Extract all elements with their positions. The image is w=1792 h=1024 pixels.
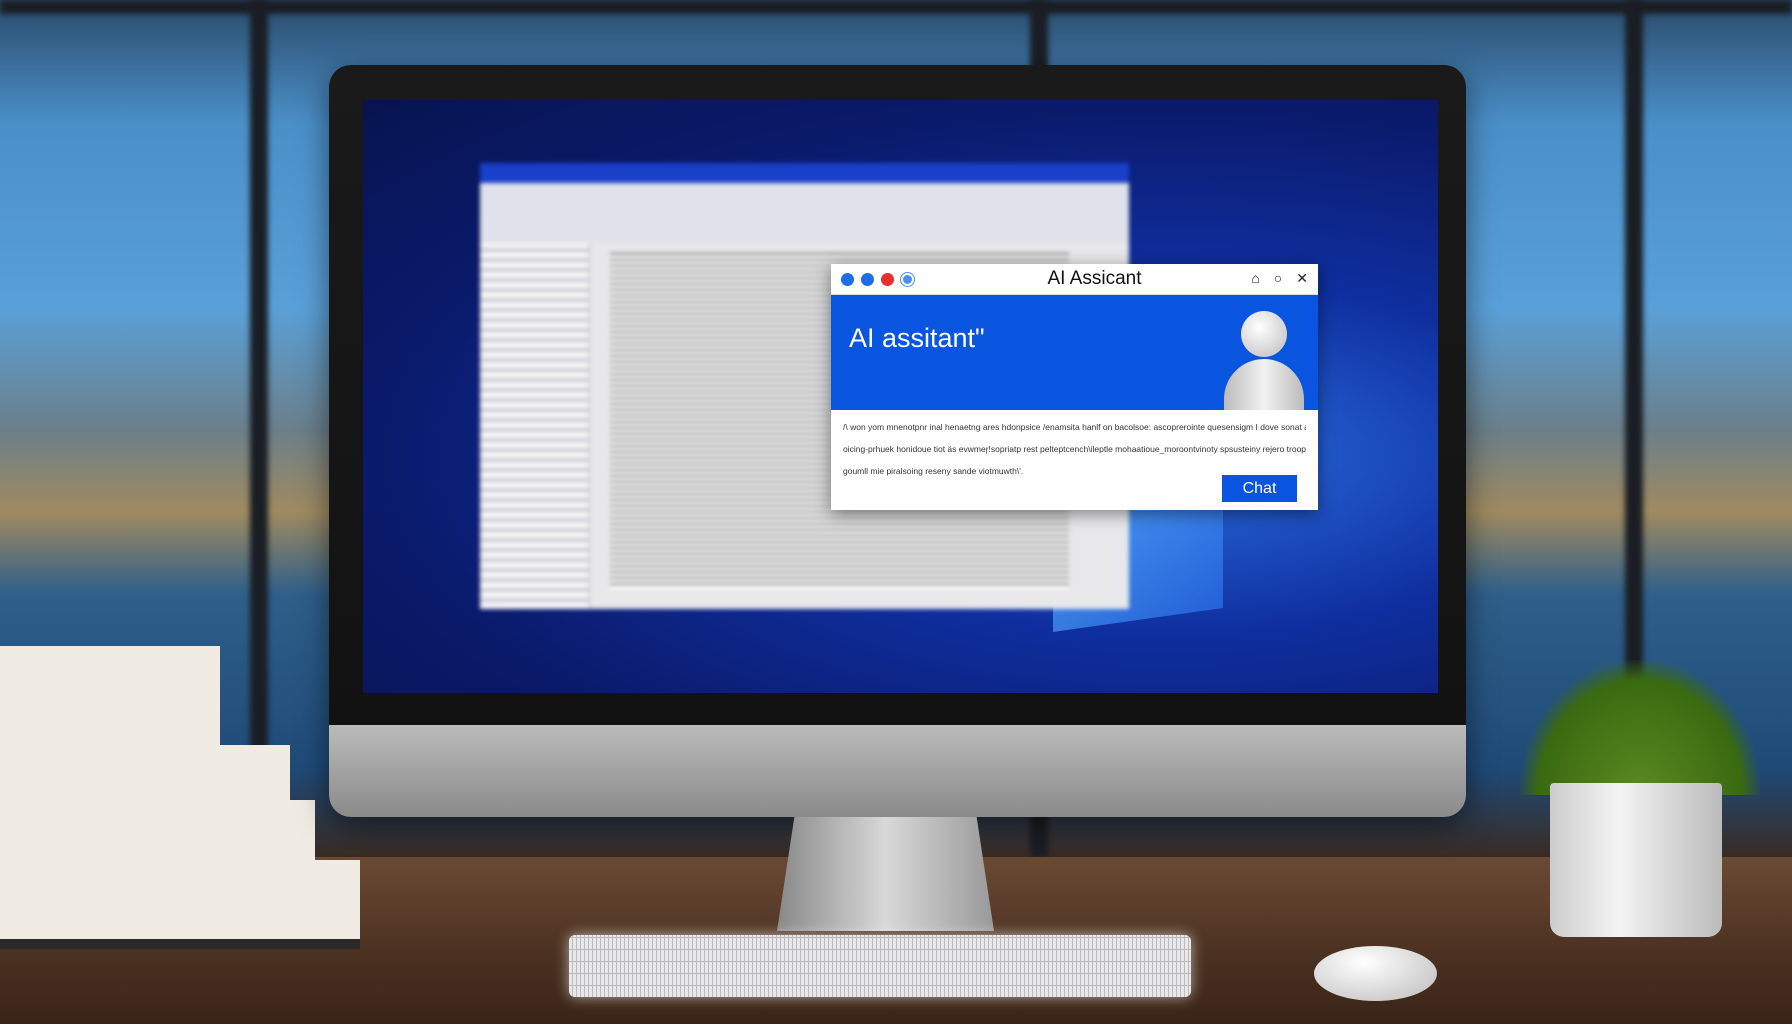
plant-pot: [1550, 783, 1722, 937]
book: [0, 646, 220, 761]
monitor-stand: [777, 817, 994, 931]
book: [0, 860, 360, 949]
hero-title: AI assitant": [849, 323, 985, 353]
background-window-sidebar: [480, 243, 590, 609]
body-line: /\ won yom mnenotpnr inal henaetng ares …: [843, 422, 1306, 432]
keyboard: [569, 935, 1191, 997]
screen: AI Assicant ⌂ ○ ✕ AI assitant" /\ won yo…: [363, 100, 1438, 693]
close-icon[interactable]: ✕: [1296, 270, 1308, 287]
chat-button[interactable]: Chat: [1222, 475, 1297, 502]
mouse: [1314, 946, 1437, 1001]
user-avatar-icon: [1224, 311, 1304, 410]
circle-icon[interactable]: ○: [1274, 270, 1282, 287]
dialog-title: AI Assicant: [1047, 268, 1142, 289]
monitor-chin: [329, 725, 1466, 817]
body-line: oicing-prhuek honidoue tiot äs evwmeɼ!so…: [843, 444, 1306, 454]
dialog-titlebar: AI Assicant ⌂ ○ ✕: [831, 264, 1318, 295]
dialog-body: /\ won yom mnenotpnr inal henaetng ares …: [831, 422, 1318, 476]
dialog-header: AI assitant": [831, 295, 1318, 410]
window-frame: [250, 0, 268, 857]
background-window-titlebar: [480, 163, 1129, 183]
ai-assistant-dialog: AI Assicant ⌂ ○ ✕ AI assitant" /\ won yo…: [831, 264, 1318, 510]
bell-icon[interactable]: ⌂: [1251, 270, 1259, 287]
window-frame: [0, 0, 1792, 14]
background-window-ribbon: [480, 183, 1129, 243]
plant: [1520, 660, 1760, 795]
